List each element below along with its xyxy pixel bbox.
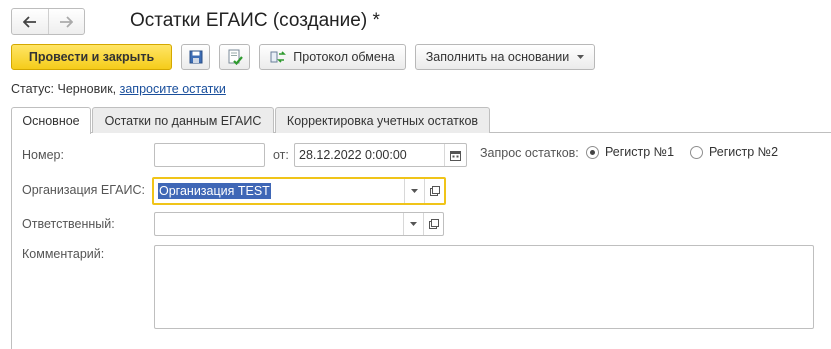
chevron-down-icon bbox=[577, 55, 585, 59]
exchange-icon bbox=[270, 51, 287, 63]
register2-label: Регистр №2 bbox=[709, 145, 779, 159]
organization-label: Организация ЕГАИС: bbox=[22, 183, 145, 197]
tab-main[interactable]: Основное bbox=[11, 107, 91, 134]
panel-left-border bbox=[11, 133, 12, 349]
chevron-down-icon bbox=[410, 222, 417, 226]
arrow-right-icon bbox=[60, 15, 74, 28]
number-label: Номер: bbox=[22, 148, 64, 162]
window-title: Остатки ЕГАИС (создание) * bbox=[130, 10, 380, 31]
organization-value: Организация TEST bbox=[158, 183, 271, 199]
tab-balance-correction[interactable]: Корректировка учетных остатков bbox=[275, 107, 490, 133]
post-document-icon bbox=[228, 49, 243, 65]
open-form-icon bbox=[429, 186, 440, 196]
save-button[interactable] bbox=[181, 44, 210, 70]
status-value: Черновик, bbox=[57, 82, 117, 96]
arrow-left-icon bbox=[22, 15, 36, 28]
responsible-value bbox=[155, 213, 159, 235]
register1-radio[interactable]: Регистр №1 bbox=[586, 145, 674, 159]
responsible-dropdown-button[interactable] bbox=[403, 213, 423, 235]
calendar-icon bbox=[450, 150, 461, 161]
organization-open-button[interactable] bbox=[424, 179, 444, 203]
organization-value-wrap: Организация TEST bbox=[154, 179, 271, 203]
request-balances-link[interactable]: запросите остатки bbox=[120, 82, 226, 96]
tab-egais-balances[interactable]: Остатки по данным ЕГАИС bbox=[92, 107, 274, 133]
post-and-close-button[interactable]: Провести и закрыть bbox=[11, 44, 172, 70]
back-button[interactable] bbox=[12, 9, 48, 34]
radio-checked-icon bbox=[586, 145, 599, 159]
number-value bbox=[155, 144, 159, 166]
post-document-button[interactable] bbox=[219, 44, 250, 70]
comment-value bbox=[155, 246, 159, 328]
calendar-button[interactable] bbox=[444, 144, 466, 166]
responsible-open-button[interactable] bbox=[423, 213, 443, 235]
save-icon bbox=[189, 50, 202, 64]
organization-input[interactable]: Организация TEST bbox=[152, 177, 446, 205]
status-label: Статус: bbox=[11, 82, 54, 96]
open-form-icon bbox=[428, 219, 439, 229]
forward-button[interactable] bbox=[47, 9, 85, 34]
fill-based-on-button[interactable]: Заполнить на основании bbox=[415, 44, 595, 70]
request-balances-label: Запрос остатков: bbox=[480, 146, 579, 160]
status-line: Статус: Черновик, запросите остатки bbox=[11, 82, 226, 96]
register2-radio[interactable]: Регистр №2 bbox=[690, 145, 778, 159]
register1-label: Регистр №1 bbox=[605, 145, 675, 159]
radio-unchecked-icon bbox=[690, 145, 703, 159]
organization-dropdown-button[interactable] bbox=[404, 179, 424, 203]
date-label: от: bbox=[273, 148, 289, 162]
responsible-label: Ответственный: bbox=[22, 217, 115, 231]
fill-based-on-label: Заполнить на основании bbox=[425, 50, 570, 64]
responsible-input[interactable] bbox=[154, 212, 444, 236]
date-value: 28.12.2022 0:00:00 bbox=[299, 148, 407, 162]
comment-textarea[interactable] bbox=[154, 245, 814, 329]
chevron-down-icon bbox=[411, 189, 418, 193]
comment-label: Комментарий: bbox=[22, 247, 105, 261]
date-input[interactable]: 28.12.2022 0:00:00 bbox=[294, 143, 467, 167]
number-input[interactable] bbox=[154, 143, 265, 167]
exchange-protocol-label: Протокол обмена bbox=[293, 50, 395, 64]
exchange-protocol-button[interactable]: Протокол обмена bbox=[259, 44, 406, 70]
navigation-buttons bbox=[11, 8, 85, 35]
